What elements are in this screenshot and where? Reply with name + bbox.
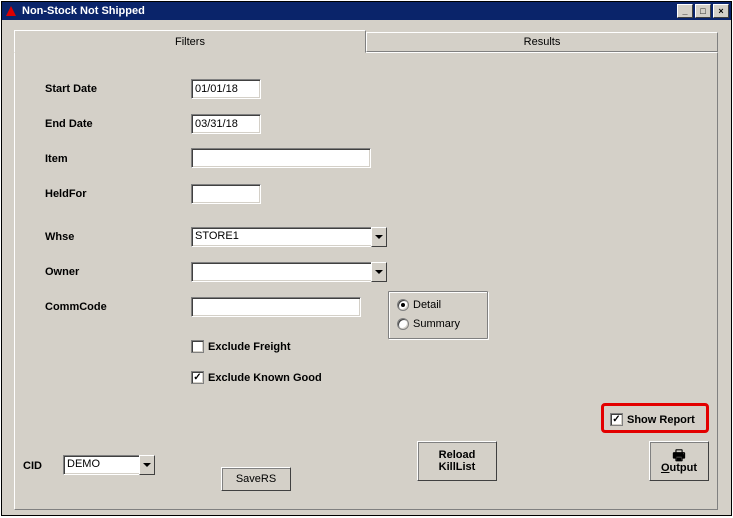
tab-strip: Filters Results xyxy=(14,30,718,52)
item-input[interactable] xyxy=(191,148,371,168)
output-label: Output xyxy=(661,462,697,474)
owner-value[interactable] xyxy=(191,262,371,282)
end-date-input[interactable] xyxy=(191,114,261,134)
start-date-label: Start Date xyxy=(45,83,97,95)
tab-filters[interactable]: Filters xyxy=(14,30,366,53)
printer-icon: 🖶 xyxy=(672,448,685,462)
cid-value[interactable]: DEMO xyxy=(63,455,139,475)
output-button[interactable]: 🖶 Output xyxy=(649,441,709,481)
window-title: Non-Stock Not Shipped xyxy=(22,5,677,17)
exclude-freight-label: Exclude Freight xyxy=(208,341,291,353)
tab-results[interactable]: Results xyxy=(366,32,718,52)
detail-radio[interactable] xyxy=(397,299,409,311)
client-area: Filters Results Start Date End Date Item… xyxy=(2,20,731,515)
exclude-freight-row[interactable]: Exclude Freight xyxy=(191,340,291,353)
show-report-row[interactable]: Show Report xyxy=(610,413,695,426)
start-date-input[interactable] xyxy=(191,79,261,99)
owner-combo[interactable] xyxy=(191,262,387,282)
exclude-known-good-checkbox[interactable] xyxy=(191,371,204,384)
exclude-known-good-label: Exclude Known Good xyxy=(208,372,322,384)
exclude-known-good-row[interactable]: Exclude Known Good xyxy=(191,371,322,384)
window-controls: _ □ × xyxy=(677,4,729,18)
tab-panel: Filters Results Start Date End Date Item… xyxy=(14,30,718,510)
owner-label: Owner xyxy=(45,266,79,278)
app-window: Non-Stock Not Shipped _ □ × Filters Resu… xyxy=(1,1,732,516)
save-rs-button[interactable]: SaveRS xyxy=(221,467,291,491)
reload-killlist-line1: Reload xyxy=(439,449,476,461)
summary-radio-label: Summary xyxy=(413,318,460,330)
end-date-label: End Date xyxy=(45,118,93,130)
whse-value[interactable]: STORE1 xyxy=(191,227,371,247)
reload-killlist-button[interactable]: Reload KillList xyxy=(417,441,497,481)
detail-summary-group: Detail Summary xyxy=(388,291,488,339)
owner-dropdown-button[interactable] xyxy=(371,262,387,282)
minimize-button[interactable]: _ xyxy=(677,4,693,18)
reload-killlist-line2: KillList xyxy=(439,461,476,473)
filters-panel: Start Date End Date Item HeldFor Whse ST… xyxy=(14,52,718,510)
whse-dropdown-button[interactable] xyxy=(371,227,387,247)
save-rs-label: SaveRS xyxy=(236,473,276,485)
app-icon xyxy=(4,4,18,18)
exclude-freight-checkbox[interactable] xyxy=(191,340,204,353)
show-report-checkbox[interactable] xyxy=(610,413,623,426)
title-bar: Non-Stock Not Shipped _ □ × xyxy=(2,2,731,20)
item-label: Item xyxy=(45,153,68,165)
summary-radio[interactable] xyxy=(397,318,409,330)
tab-results-label: Results xyxy=(524,36,561,48)
maximize-button[interactable]: □ xyxy=(695,4,711,18)
commcode-input[interactable] xyxy=(191,297,361,317)
cid-label: CID xyxy=(23,460,42,472)
detail-radio-row[interactable]: Detail xyxy=(397,299,441,311)
heldfor-label: HeldFor xyxy=(45,188,87,200)
whse-label: Whse xyxy=(45,231,74,243)
cid-combo[interactable]: DEMO xyxy=(63,455,155,475)
whse-combo[interactable]: STORE1 xyxy=(191,227,387,247)
detail-radio-label: Detail xyxy=(413,299,441,311)
summary-radio-row[interactable]: Summary xyxy=(397,318,460,330)
tab-filters-label: Filters xyxy=(175,36,205,48)
heldfor-input[interactable] xyxy=(191,184,261,204)
cid-dropdown-button[interactable] xyxy=(139,455,155,475)
show-report-label: Show Report xyxy=(627,414,695,426)
commcode-label: CommCode xyxy=(45,301,107,313)
close-button[interactable]: × xyxy=(713,4,729,18)
